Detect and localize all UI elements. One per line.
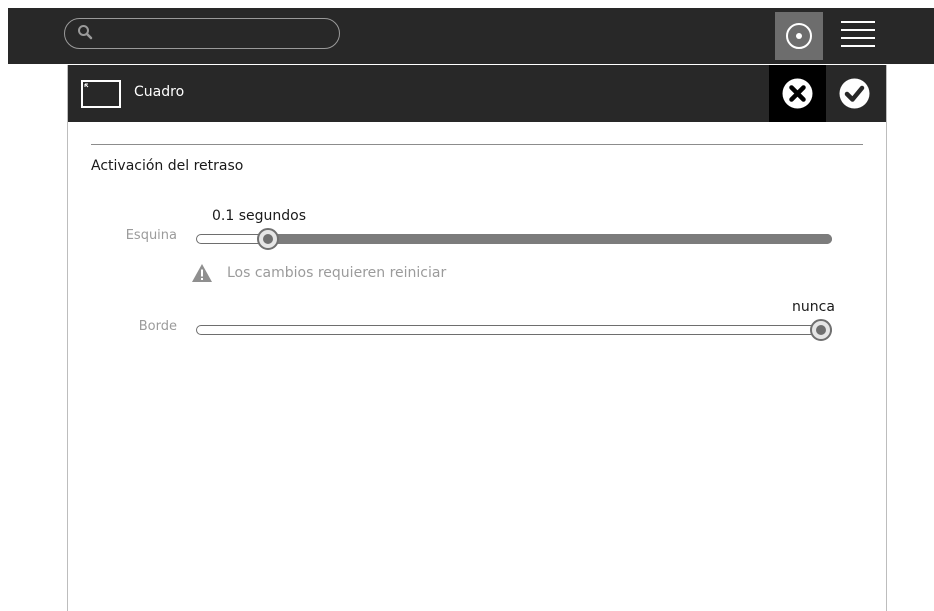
section-title: Activación del retraso xyxy=(91,158,244,174)
corner-value-label: 0.1 segundos xyxy=(212,208,307,224)
frame-settings-panel: Cuadro Activación del retraso Esquina 0.… xyxy=(67,65,887,611)
corner-label: Esquina xyxy=(125,228,177,243)
edge-slider-track[interactable] xyxy=(196,325,832,335)
accept-button[interactable] xyxy=(826,65,883,122)
search-field[interactable] xyxy=(64,18,340,49)
edge-slider-knob[interactable] xyxy=(810,319,832,341)
section-divider xyxy=(91,144,863,145)
panel-header: Cuadro xyxy=(68,65,886,122)
warning-icon xyxy=(191,263,213,287)
frame-icon xyxy=(81,80,121,112)
panel-title: Cuadro xyxy=(134,84,185,100)
search-icon xyxy=(77,24,93,44)
cancel-button[interactable] xyxy=(769,65,826,122)
top-toolbar xyxy=(8,8,934,64)
edge-label: Borde xyxy=(138,319,177,334)
restart-warning-text: Los cambios requieren reiniciar xyxy=(227,265,447,281)
screen-view-button[interactable] xyxy=(775,12,823,60)
edge-value-label: nunca xyxy=(792,299,835,315)
corner-slider-fill xyxy=(268,234,832,244)
menu-button[interactable] xyxy=(835,12,883,60)
search-input[interactable] xyxy=(101,22,325,46)
corner-slider-knob[interactable] xyxy=(257,228,280,250)
